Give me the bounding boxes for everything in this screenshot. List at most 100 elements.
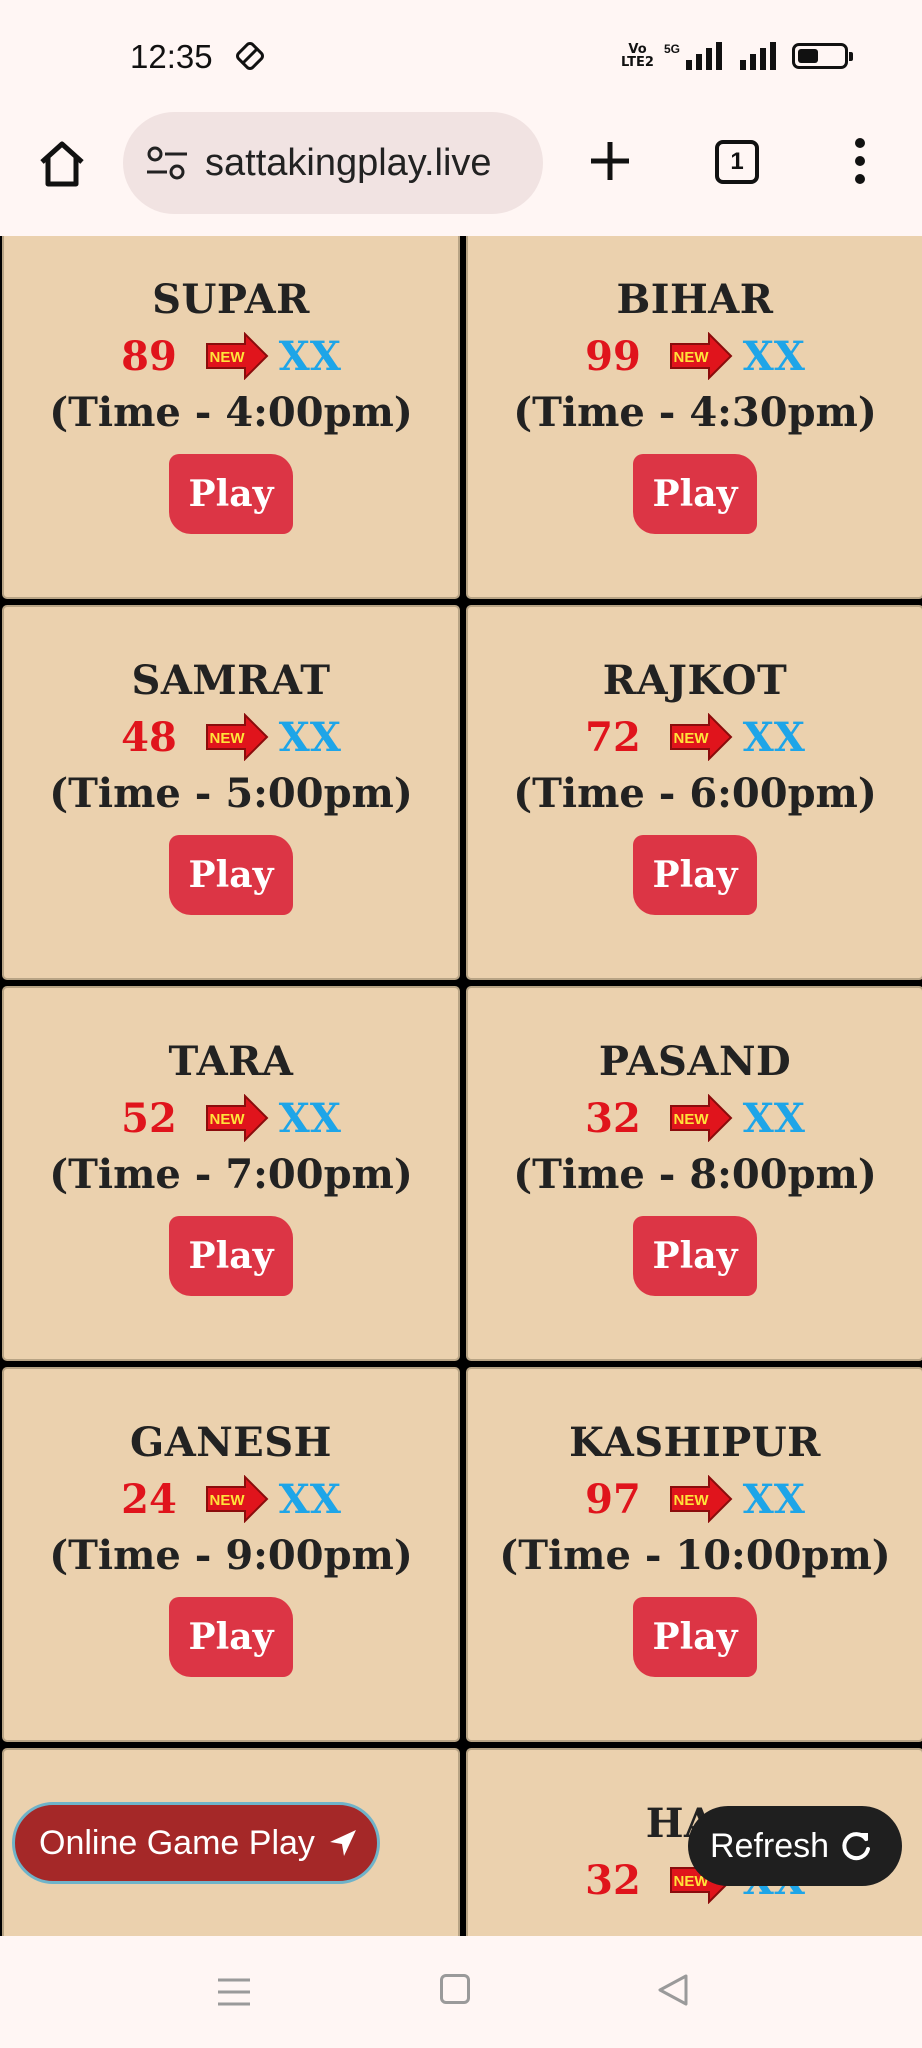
new-badge-text: NEW bbox=[673, 349, 709, 366]
result-number: 97 bbox=[585, 1475, 641, 1523]
new-badge-icon: NEW bbox=[205, 1094, 269, 1142]
battery-icon bbox=[792, 43, 853, 69]
online-game-play-button[interactable]: Online Game Play bbox=[12, 1802, 380, 1884]
play-button[interactable]: Play bbox=[633, 454, 757, 534]
next-result: XX bbox=[278, 713, 341, 761]
result-line: 32 NEW XX bbox=[585, 1093, 805, 1143]
play-button[interactable]: Play bbox=[169, 1216, 293, 1296]
url-text: sattakingplay.live bbox=[205, 141, 492, 184]
game-name: TARA bbox=[168, 1038, 294, 1085]
result-line: 89 NEW XX bbox=[121, 331, 341, 381]
new-badge-icon: NEW bbox=[205, 713, 269, 761]
result-number: 24 bbox=[121, 1475, 177, 1523]
play-button[interactable]: Play bbox=[169, 454, 293, 534]
browser-toolbar: sattakingplay.live 1 bbox=[0, 112, 922, 348]
game-card: SUPAR 89 NEW XX (Time - 4:00pm) Play bbox=[2, 236, 460, 599]
result-number: 52 bbox=[121, 1094, 177, 1142]
game-time: (Time - 4:00pm) bbox=[49, 389, 413, 436]
result-line: 48 NEW XX bbox=[121, 712, 341, 762]
next-result: XX bbox=[278, 332, 341, 380]
next-result: XX bbox=[278, 1475, 341, 1523]
refresh-label: Refresh bbox=[710, 1826, 830, 1865]
page-content: SUPAR 89 NEW XX (Time - 4:00pm) Play BIH… bbox=[0, 236, 922, 1936]
game-card: PASAND 32 NEW XX (Time - 8:00pm) Play bbox=[466, 986, 922, 1361]
signal-1-icon bbox=[686, 42, 722, 70]
status-time: 12:35 bbox=[130, 38, 213, 75]
game-name: GANESH bbox=[130, 1419, 332, 1466]
new-badge-icon: NEW bbox=[205, 1475, 269, 1523]
game-time: (Time - 10:00pm) bbox=[499, 1532, 891, 1579]
more-options-icon[interactable] bbox=[850, 138, 870, 188]
result-line: 97 NEW XX bbox=[585, 1474, 805, 1524]
refresh-icon bbox=[842, 1832, 871, 1861]
sync-off-icon bbox=[236, 42, 264, 70]
game-name: SUPAR bbox=[152, 276, 310, 323]
status-icons: Vo LTE2 5G bbox=[621, 42, 853, 70]
result-line: 99 NEW XX bbox=[585, 331, 805, 381]
5g-icon: 5G bbox=[663, 42, 680, 56]
game-card: GANESH 24 NEW XX (Time - 9:00pm) Play bbox=[2, 1367, 460, 1742]
new-badge-icon: NEW bbox=[669, 1094, 733, 1142]
play-button[interactable]: Play bbox=[633, 835, 757, 915]
result-number: 32 bbox=[585, 1094, 641, 1142]
game-card: SAMRAT 48 NEW XX (Time - 5:00pm) Play bbox=[2, 605, 460, 980]
new-badge-text: NEW bbox=[209, 1492, 245, 1509]
new-badge-icon: NEW bbox=[669, 332, 733, 380]
result-number: 89 bbox=[121, 332, 177, 380]
play-button[interactable]: Play bbox=[633, 1216, 757, 1296]
nav-home-icon[interactable] bbox=[440, 1974, 470, 2004]
url-bar[interactable]: sattakingplay.live bbox=[123, 112, 543, 214]
new-badge-text: NEW bbox=[673, 1492, 709, 1509]
next-result: XX bbox=[742, 332, 805, 380]
result-number: 72 bbox=[585, 713, 641, 761]
play-button[interactable]: Play bbox=[169, 835, 293, 915]
new-badge-text: NEW bbox=[209, 1111, 245, 1128]
game-time: (Time - 7:00pm) bbox=[49, 1151, 413, 1198]
game-name: BIHAR bbox=[616, 276, 774, 323]
send-arrow-icon bbox=[329, 1830, 356, 1856]
new-badge-text: NEW bbox=[209, 730, 245, 747]
new-badge-icon: NEW bbox=[205, 332, 269, 380]
new-badge-icon: NEW bbox=[669, 713, 733, 761]
next-result: XX bbox=[278, 1094, 341, 1142]
new-tab-icon[interactable] bbox=[585, 136, 635, 186]
recent-apps-icon[interactable] bbox=[216, 1976, 252, 2008]
next-result: XX bbox=[742, 1475, 805, 1523]
signal-2-icon bbox=[740, 42, 776, 70]
new-badge-text: NEW bbox=[673, 1111, 709, 1128]
online-game-play-label: Online Game Play bbox=[39, 1823, 315, 1862]
status-bar: 12:35 Vo LTE2 5G bbox=[0, 0, 922, 112]
result-number: 48 bbox=[121, 713, 177, 761]
result-line: 52 NEW XX bbox=[121, 1093, 341, 1143]
volte-icon: Vo LTE2 bbox=[621, 42, 654, 70]
next-result: XX bbox=[742, 713, 805, 761]
home-icon[interactable] bbox=[36, 138, 88, 190]
game-time: (Time - 9:00pm) bbox=[49, 1532, 413, 1579]
new-badge-icon: NEW bbox=[669, 1475, 733, 1523]
result-number: 32 bbox=[585, 1856, 641, 1904]
nav-back-icon[interactable] bbox=[656, 1972, 690, 2008]
game-card: KASHIPUR 97 NEW XX (Time - 10:00pm) Play bbox=[466, 1367, 922, 1742]
result-line: 72 NEW XX bbox=[585, 712, 805, 762]
games-grid: SUPAR 89 NEW XX (Time - 4:00pm) Play BIH… bbox=[0, 236, 922, 1936]
game-time: (Time - 5:00pm) bbox=[49, 770, 413, 817]
site-settings-icon[interactable] bbox=[145, 145, 189, 181]
tab-switcher-button[interactable]: 1 bbox=[715, 140, 759, 184]
new-badge-text: NEW bbox=[673, 730, 709, 747]
game-name: RAJKOT bbox=[602, 657, 788, 704]
refresh-button[interactable]: Refresh bbox=[688, 1806, 902, 1886]
game-name: PASAND bbox=[598, 1038, 792, 1085]
game-time: (Time - 8:00pm) bbox=[513, 1151, 877, 1198]
play-button[interactable]: Play bbox=[169, 1597, 293, 1677]
game-time: (Time - 6:00pm) bbox=[513, 770, 877, 817]
game-card: BIHAR 99 NEW XX (Time - 4:30pm) Play bbox=[466, 236, 922, 599]
game-name: SAMRAT bbox=[131, 657, 331, 704]
game-card: RAJKOT 72 NEW XX (Time - 6:00pm) Play bbox=[466, 605, 922, 980]
game-name: KASHIPUR bbox=[569, 1419, 821, 1466]
game-card: TARA 52 NEW XX (Time - 7:00pm) Play bbox=[2, 986, 460, 1361]
game-time: (Time - 4:30pm) bbox=[513, 389, 877, 436]
next-result: XX bbox=[742, 1094, 805, 1142]
play-button[interactable]: Play bbox=[633, 1597, 757, 1677]
system-nav-bar bbox=[0, 1936, 922, 2048]
result-number: 99 bbox=[585, 332, 641, 380]
